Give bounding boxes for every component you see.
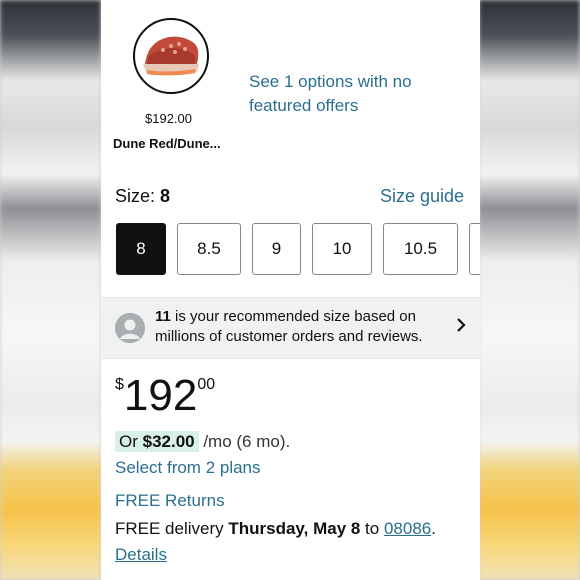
size-label-text: Size:	[115, 186, 156, 206]
recommendation-line1: is your recommended size based on	[170, 308, 416, 325]
recommended-size: 11	[155, 308, 171, 325]
size-label: Size: 8	[115, 186, 170, 207]
delivery-info: FREE delivery Thursday, May 8 to 08086.	[115, 519, 436, 539]
free-returns-link[interactable]: FREE Returns	[115, 491, 225, 511]
delivery-to: to	[360, 519, 384, 538]
delivery-prefix: FREE delivery	[115, 519, 229, 538]
size-option-10[interactable]: 10	[312, 223, 372, 275]
delivery-date: Thursday, May 8	[228, 519, 361, 538]
variant-thumbnail[interactable]	[133, 18, 209, 94]
size-guide-link[interactable]: Size guide	[380, 186, 464, 207]
product-panel: $192.00 Dune Red/Dune... See 1 options w…	[101, 0, 480, 580]
size-option-10-5[interactable]: 10.5	[383, 223, 458, 275]
size-option-8[interactable]: 8	[116, 223, 166, 275]
background-right	[479, 0, 580, 580]
installment-term: /mo (6 mo).	[198, 432, 291, 451]
installment-highlight: Or $32.00	[115, 431, 199, 452]
installment-or: Or	[119, 432, 143, 451]
recommendation-text: 11 is your recommended size based on mil…	[155, 307, 455, 347]
select-plans-link[interactable]: Select from 2 plans	[115, 458, 261, 478]
price-currency: $	[115, 376, 124, 393]
selected-size-value: 8	[160, 186, 171, 206]
variant-name: Dune Red/Dune...	[113, 136, 221, 151]
details-link[interactable]: Details	[115, 545, 167, 565]
variant-price: $192.00	[145, 111, 192, 126]
sneaker-icon	[133, 18, 209, 94]
zip-code-link[interactable]: 08086	[384, 519, 431, 538]
see-options-link[interactable]: See 1 options with no featured offers	[249, 70, 449, 118]
size-option-8-5[interactable]: 8.5	[177, 223, 241, 275]
price-display: $19200	[115, 370, 215, 422]
price-fraction: 00	[197, 376, 216, 393]
user-avatar-icon	[115, 313, 145, 343]
installment-amount: $32.00	[142, 432, 195, 451]
installment-offer: Or $32.00 /mo (6 mo).	[115, 431, 291, 452]
background-left	[0, 0, 101, 580]
chevron-right-icon[interactable]	[456, 317, 466, 338]
price-whole: 192	[123, 371, 198, 420]
size-recommendation-banner[interactable]: 11 is your recommended size based on mil…	[101, 297, 480, 359]
delivery-period: .	[431, 519, 436, 538]
size-option-partial[interactable]	[469, 223, 480, 275]
recommendation-line2: millions of customer orders and reviews.	[155, 328, 423, 345]
size-option-9[interactable]: 9	[252, 223, 301, 275]
